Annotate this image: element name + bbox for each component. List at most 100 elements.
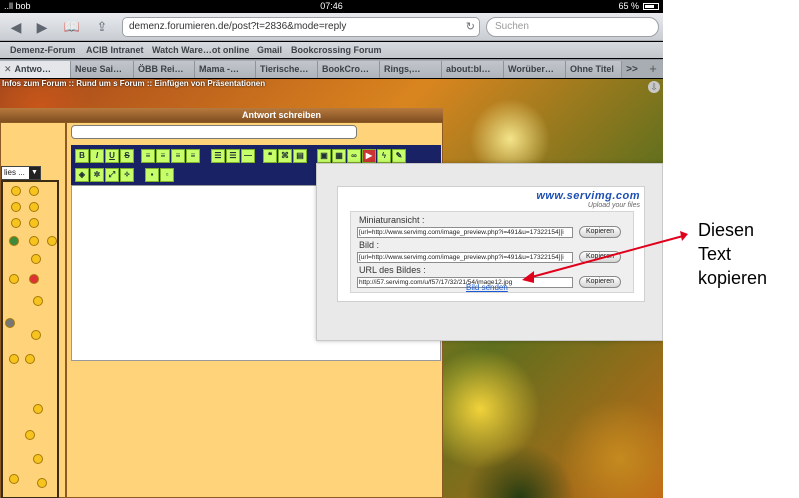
smiley-category-select[interactable]: lies ... ▼ [1,166,41,180]
smiley-icon[interactable] [29,274,39,284]
smiley-icon[interactable] [37,478,47,488]
smiley-icon[interactable] [33,404,43,414]
smiley-icon[interactable] [25,354,35,364]
search-input[interactable]: Suchen [486,17,659,37]
tab-bar: ✕ Antwo… Neue Sai… ÖBB Rei… Mama -… Tieri… [0,59,663,78]
smiley-icon[interactable] [9,274,19,284]
address-bar-url: demenz.forumieren.de/post?t=2836&mode=re… [129,21,347,32]
logo-subtitle: Upload your files [587,202,640,209]
breadcrumb[interactable]: Infos zum Forum :: Rund um s Forum :: Ei… [0,79,663,89]
document-icon[interactable]: ▫ [160,168,174,182]
size-icon[interactable]: ⤢ [105,168,119,182]
align-center-icon[interactable]: ≡ [156,149,170,163]
tab[interactable]: Tierische… [256,61,318,78]
smiley-icon[interactable] [5,318,15,328]
web-page: Infos zum Forum :: Rund um s Forum :: Ei… [0,79,663,498]
annotation-line: Diesen [698,220,755,240]
tab[interactable]: Rings,… [380,61,442,78]
link-form: Miniaturansicht : [url=http://www.servim… [350,211,634,293]
tab[interactable]: BookCro… [318,61,380,78]
edit-icon[interactable]: ✎ [392,149,406,163]
smiley-icon[interactable] [9,354,19,364]
bookmark-item[interactable]: Demenz-Forum [10,42,76,58]
align-right-icon[interactable]: ≡ [171,149,185,163]
underline-button[interactable]: U [105,149,119,163]
font-icon[interactable]: ✲ [90,168,104,182]
new-tab-icon[interactable]: + [643,61,663,78]
smiley-icon[interactable] [29,186,39,196]
reload-icon[interactable]: ↻ [466,18,475,36]
image-url-field[interactable]: http://i57.servimg.com/u/f57/17/32/21/54… [357,277,573,288]
tab-active[interactable]: ✕ Antwo… [0,61,71,78]
code-icon[interactable]: ⌘ [278,149,292,163]
smiley-icon[interactable] [33,454,43,464]
tab[interactable]: Mama -… [195,61,256,78]
color-icon[interactable]: ◈ [75,168,89,182]
scroll-down-icon[interactable]: ⇩ [648,81,660,93]
smiley-icon[interactable] [31,330,41,340]
tab[interactable]: Ohne Titel [566,61,622,78]
tab[interactable]: Neue Sai… [71,61,134,78]
bookmark-item[interactable]: Watch Ware…ot online [152,42,249,58]
effects-icon[interactable]: ✧ [120,168,134,182]
flash-icon[interactable]: ϟ [377,149,391,163]
copy-thumbnail-button[interactable]: Kopieren [579,226,621,238]
link-icon[interactable]: ∞ [347,149,361,163]
thumbnail-code-field[interactable]: [url=http://www.servimg.com/image_previe… [357,227,573,238]
list-number-icon[interactable]: ☰ [226,149,240,163]
smiley-icon[interactable] [25,430,35,440]
strike-button[interactable]: S [120,149,134,163]
smiley-icon[interactable] [31,254,41,264]
ipad-safari-window: ..ll bob 07:46 65 % ◀ ▶ 📖 ⇪ demenz.forum… [0,0,663,498]
list-bullet-icon[interactable]: ☰ [211,149,225,163]
bookmark-item[interactable]: ACIB Intranet [86,42,144,58]
more-tabs-icon[interactable]: >> [622,61,642,78]
logo-text: www.servimg.com [536,190,640,202]
send-image-link[interactable]: Bild senden [466,283,508,292]
italic-button[interactable]: I [90,149,104,163]
tab[interactable]: ÖBB Rei… [134,61,195,78]
smiley-icon[interactable] [29,236,39,246]
host-image-icon[interactable]: ▦ [332,149,346,163]
bold-button[interactable]: B [75,149,89,163]
tab[interactable]: Worüber… [504,61,566,78]
forward-icon[interactable]: ▶ [32,17,52,37]
smiley-icon[interactable] [29,202,39,212]
smiley-icon[interactable] [33,296,43,306]
image-code-field[interactable]: [url=http://www.servimg.com/image_previe… [357,252,573,263]
align-left-icon[interactable]: ≡ [141,149,155,163]
copy-url-button[interactable]: Kopieren [579,276,621,288]
screenshot: ..ll bob 07:46 65 % ◀ ▶ 📖 ⇪ demenz.forum… [0,0,799,498]
copy-image-button[interactable]: Kopieren [579,251,621,263]
line-icon[interactable]: — [241,149,255,163]
smiley-icon[interactable] [29,218,39,228]
image-icon[interactable]: ▣ [317,149,331,163]
smiley-icon[interactable] [11,218,21,228]
battery-percent: 65 % [618,1,639,11]
smiley-panel: lies ... ▼ [0,122,66,498]
tab-label: Antwo… [14,64,52,74]
smiley-icon[interactable] [9,474,19,484]
subject-field[interactable] [71,125,357,139]
servimg-logo: www.servimg.com Upload your files [524,190,642,212]
smiley-icon[interactable] [11,202,21,212]
smiley-icon[interactable] [11,186,21,196]
share-icon[interactable]: ⇪ [92,17,112,37]
panel-title: Antwort schreiben [0,108,443,122]
tab[interactable]: about:bl… [442,61,504,78]
servimg-panel: www.servimg.com Upload your files Miniat… [337,186,645,302]
youtube-icon[interactable]: ▶ [362,149,376,163]
address-bar[interactable]: demenz.forumieren.de/post?t=2836&mode=re… [122,17,480,37]
browser-toolbar: ◀ ▶ 📖 ⇪ demenz.forumieren.de/post?t=2836… [0,13,663,41]
bookmark-item[interactable]: Bookcrossing Forum [291,42,382,58]
align-justify-icon[interactable]: ≡ [186,149,200,163]
bookmarks-book-icon[interactable]: 📖 [62,17,82,37]
paste-icon[interactable]: ▪ [145,168,159,182]
smiley-icon[interactable] [9,236,19,246]
smiley-icon[interactable] [47,236,57,246]
quote-icon[interactable]: ❝ [263,149,277,163]
bookmark-item[interactable]: Gmail [257,42,282,58]
tab-close-icon[interactable]: ✕ [4,64,12,74]
back-icon[interactable]: ◀ [6,17,26,37]
spoiler-icon[interactable]: ▤ [293,149,307,163]
